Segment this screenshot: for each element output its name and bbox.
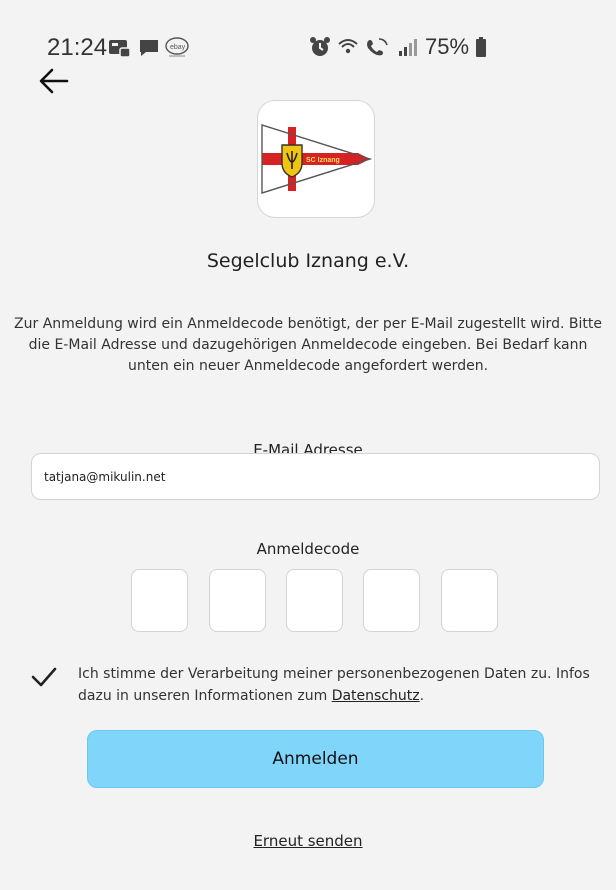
consent-text-suffix: . [419, 688, 425, 704]
intro-text: Zur Anmeldung wird ein Anmeldecode benöt… [14, 316, 602, 374]
ebay-icon: ebay [165, 37, 189, 57]
consent-text: Ich stimme der Verarbeitung meiner perso… [78, 663, 598, 707]
status-bar: 21:24 ebay 75% [0, 0, 616, 64]
chat-icon [140, 40, 158, 56]
email-input[interactable] [31, 453, 600, 500]
wifi-calling-icon [367, 38, 388, 56]
code-digit-3[interactable] [286, 569, 343, 632]
code-digit-5[interactable] [441, 569, 498, 632]
battery-percentage: 75% [425, 34, 470, 59]
code-digit-2[interactable] [209, 569, 266, 632]
battery-icon [476, 37, 487, 57]
wifi-icon [338, 39, 358, 54]
back-arrow-icon[interactable] [37, 66, 71, 96]
code-digit-1[interactable] [131, 569, 188, 632]
code-label: Anmeldecode [256, 540, 360, 558]
alarm-icon [310, 37, 330, 56]
signal-icon [399, 39, 417, 56]
consent-checkmark-icon[interactable] [30, 664, 58, 690]
logo-text: SC Iznang [306, 157, 340, 164]
login-button[interactable]: Anmelden [87, 730, 544, 788]
svg-text:ebay: ebay [170, 44, 186, 51]
message-app-icon [109, 40, 131, 58]
status-right-group: 75% [309, 34, 487, 60]
status-time: 21:24 [47, 34, 108, 61]
code-digit-4[interactable] [363, 569, 420, 632]
club-name: Segelclub Iznang e.V. [206, 250, 410, 272]
privacy-link[interactable]: Datenschutz [332, 688, 420, 704]
resend-link[interactable]: Erneut senden [0, 832, 616, 850]
club-pennant-logo: SC Iznang [261, 124, 372, 194]
club-logo-card: SC Iznang [257, 100, 375, 218]
